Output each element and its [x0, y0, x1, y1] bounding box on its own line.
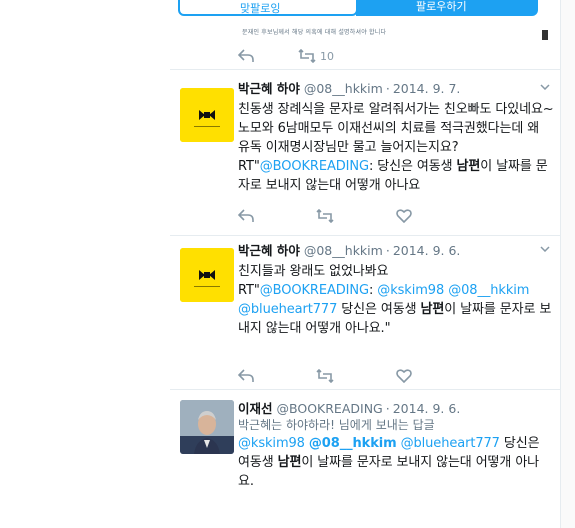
right-scroll-edge — [560, 0, 575, 528]
separator-dot: · — [385, 81, 390, 96]
tweet-actions — [238, 368, 474, 384]
reply-context[interactable]: 박근혜는 하야하라! 님에게 보내는 답글 — [238, 417, 554, 433]
author-handle[interactable]: @08__hkkim — [304, 81, 383, 96]
retweet-icon[interactable] — [316, 369, 334, 383]
rt-prefix: RT" — [238, 283, 260, 298]
tweet-text-line1: 친지들과 왕래도 없었나봐요 — [238, 264, 389, 279]
tweet-date[interactable]: 2014. 9. 6. — [393, 401, 461, 416]
bold-word: 남편 — [277, 455, 302, 470]
avatar-person-icon — [180, 400, 234, 454]
author-name[interactable]: 박근혜 하야 — [238, 81, 300, 96]
tweet-text: 친동생 장례식을 문자로 알려줘서가는 친오빠도 다있네요~노모와 6남매모두 … — [238, 100, 554, 195]
partial-tweet: 맞팔로잉 팔로우하기 문재인 후보님께서 해당 의혹에 대해 설명하셔야 합니다… — [170, 0, 560, 70]
tab-follow-label: 팔로우하기 — [416, 0, 467, 13]
tweet-header: 이재선 @BOOKREADING · 2014. 9. 6. — [238, 400, 554, 417]
tweet-header: 박근혜 하야 @08__hkkim · 2014. 9. 6. — [238, 242, 554, 259]
like-icon[interactable] — [396, 369, 412, 383]
chevron-down-icon[interactable] — [540, 246, 550, 252]
author-handle[interactable]: @BOOKREADING — [277, 401, 383, 416]
reply-icon[interactable] — [238, 209, 254, 223]
author-name[interactable]: 박근혜 하야 — [238, 243, 300, 258]
tweet-text: 친지들과 왕래도 없었나봐요 RT"@BOOKREADING: @kskim98… — [238, 262, 554, 338]
retweet-button[interactable]: 10 — [298, 49, 334, 63]
tweet-3[interactable]: 이재선 @BOOKREADING · 2014. 9. 6. 박근혜는 하야하라! 님… — [170, 390, 560, 528]
mention-link[interactable]: @kskim98 — [377, 283, 444, 298]
partial-tweet-actions: 10 — [238, 48, 334, 64]
tweet-2[interactable]: 박근혜 하야 @08__hkkim · 2014. 9. 6. 친지들과 왕래도 없었… — [170, 236, 560, 390]
separator-dot: · — [385, 401, 390, 416]
avatar[interactable] — [180, 400, 234, 454]
retweet-icon[interactable] — [316, 209, 334, 223]
avatar[interactable] — [180, 248, 234, 302]
tweet-header: 박근혜 하야 @08__hkkim · 2014. 9. 7. — [238, 80, 554, 97]
partial-edge-mark — [542, 30, 548, 40]
author-name[interactable]: 이재선 — [238, 401, 273, 416]
mention-link[interactable]: @08__hkkim — [309, 436, 397, 451]
bold-word: 남편 — [420, 302, 445, 317]
tweet-text-part: : 당신은 여동생 — [368, 159, 457, 174]
mention-link[interactable]: @kskim98 — [238, 436, 305, 451]
tab-following[interactable]: 맞팔로잉 — [178, 0, 358, 16]
tweet-text-part: 당신은 여동생 — [337, 302, 421, 317]
timeline-column: 맞팔로잉 팔로우하기 문재인 후보님께서 해당 의혹에 대해 설명하셔야 합니다… — [170, 0, 560, 528]
profile-tabs: 맞팔로잉 팔로우하기 — [178, 0, 538, 16]
retweet-count: 10 — [320, 49, 334, 63]
mention-link[interactable]: @08__hkkim — [448, 283, 529, 298]
separator-dot: · — [385, 243, 390, 258]
reply-icon[interactable] — [238, 49, 254, 63]
tweet-date[interactable]: 2014. 9. 6. — [393, 243, 461, 258]
tab-following-label: 맞팔로잉 — [240, 2, 281, 15]
author-handle[interactable]: @08__hkkim — [304, 243, 383, 258]
tweet-1[interactable]: 박근혜 하야 @08__hkkim · 2014. 9. 7. 친동생 장례식을 문자… — [170, 70, 560, 236]
tweet-date[interactable]: 2014. 9. 7. — [393, 81, 461, 96]
bold-word: 남편 — [456, 159, 481, 174]
avatar-logo-icon — [180, 248, 234, 302]
chevron-down-icon[interactable] — [540, 84, 550, 90]
mention-link[interactable]: @BOOKREADING — [260, 283, 369, 298]
mention-link[interactable]: @blueheart777 — [238, 302, 337, 317]
tab-follow[interactable]: 팔로우하기 — [356, 0, 538, 16]
tweet-actions — [238, 208, 474, 224]
retweet-icon — [298, 49, 316, 63]
reply-icon[interactable] — [238, 369, 254, 383]
mention-link[interactable]: @BOOKREADING — [260, 159, 369, 174]
partial-tweet-link-text[interactable]: 문재인 후보님께서 해당 의혹에 대해 설명하셔야 합니다 — [242, 27, 386, 36]
tweet-text: @kskim98 @08__hkkim @blueheart777 당신은 여동… — [238, 434, 554, 491]
avatar-logo-icon — [180, 88, 234, 142]
tweet-text-rest: RT"@BOOKREADING: @kskim98 @08__hkkim @bl… — [238, 281, 554, 338]
avatar[interactable] — [180, 88, 234, 142]
like-icon[interactable] — [396, 209, 412, 223]
mention-link[interactable]: @blueheart777 — [401, 436, 500, 451]
